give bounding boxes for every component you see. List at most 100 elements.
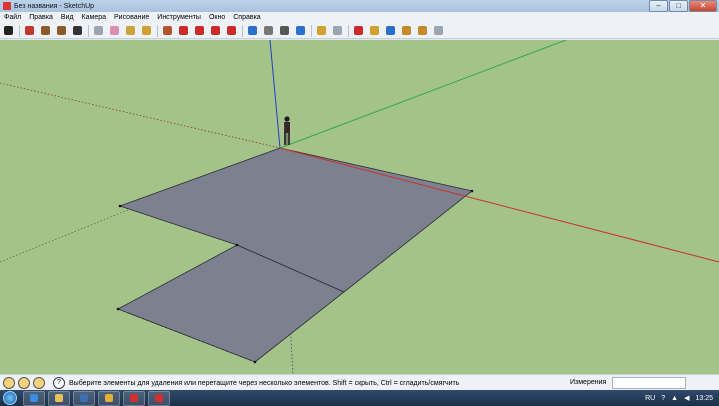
pan-tool-glyph — [264, 26, 273, 35]
move-tool-glyph — [179, 26, 188, 35]
close-button[interactable]: ✕ — [689, 0, 717, 12]
add-location-tool-glyph — [370, 26, 379, 35]
rotate-tool-icon[interactable] — [193, 24, 206, 37]
title-bar: Без названия - SketchUp – □ ✕ — [0, 0, 719, 12]
orbit-tool-icon[interactable] — [246, 24, 259, 37]
push-pull-tool-glyph — [163, 26, 172, 35]
help-icon[interactable]: ? — [53, 377, 65, 389]
pan-tool-icon[interactable] — [262, 24, 275, 37]
explorer-task[interactable] — [48, 390, 70, 406]
language-indicator[interactable]: RU — [645, 395, 655, 402]
toolbar-separator — [311, 24, 312, 37]
red-axis-negative — [0, 82, 281, 149]
menu-draw[interactable]: Рисование — [110, 14, 153, 21]
menu-window[interactable]: Окно — [205, 14, 229, 21]
sketchup-task[interactable] — [148, 390, 170, 406]
push-pull-tool-icon[interactable] — [161, 24, 174, 37]
start-button[interactable] — [0, 390, 20, 406]
tape-measure-tool-glyph — [126, 26, 135, 35]
green-axis — [279, 40, 567, 149]
user-icon[interactable] — [33, 377, 45, 389]
explorer-task-icon — [55, 394, 63, 402]
credits-icon[interactable] — [18, 377, 30, 389]
rotate-tool-glyph — [195, 26, 204, 35]
toolbar-separator — [19, 24, 20, 37]
move-tool-icon[interactable] — [177, 24, 190, 37]
system-tray: RU ? ▲ ◀ 13:25 — [645, 390, 719, 406]
get-photo-texture-tool-glyph — [354, 26, 363, 35]
zoom-tool-icon[interactable] — [278, 24, 291, 37]
rectangle-tool-glyph — [41, 26, 50, 35]
volume-icon[interactable]: ◀ — [684, 394, 689, 402]
toolbar-separator — [348, 24, 349, 37]
menu-bar: Файл Правка Вид Камера Рисование Инструм… — [0, 12, 719, 23]
offset-tool-glyph — [227, 26, 236, 35]
make-component-tool-icon[interactable] — [92, 24, 105, 37]
eraser-tool-glyph — [110, 26, 119, 35]
k-task-icon — [130, 394, 138, 402]
components-tool-icon[interactable] — [416, 24, 429, 37]
scale-figure — [282, 116, 292, 145]
model-scene[interactable] — [0, 40, 719, 374]
network-icon[interactable]: ▲ — [671, 395, 678, 402]
google-earth-tool-glyph — [386, 26, 395, 35]
zoom-extents-tool-glyph — [296, 26, 305, 35]
arc-tool-icon[interactable] — [71, 24, 84, 37]
menu-camera[interactable]: Камера — [78, 14, 110, 21]
zoom-extents-tool-icon[interactable] — [294, 24, 307, 37]
measurements-label: Измерения — [570, 379, 607, 386]
pencil-tool-icon[interactable] — [23, 24, 36, 37]
minimize-button[interactable]: – — [649, 0, 668, 12]
rectangle-tool-icon[interactable] — [39, 24, 52, 37]
get-photo-texture-tool-icon[interactable] — [352, 24, 365, 37]
clock[interactable]: 13:25 — [695, 395, 713, 402]
toolbar-separator — [157, 24, 158, 37]
get-models-tool-icon[interactable] — [315, 24, 328, 37]
eraser-tool-icon[interactable] — [108, 24, 121, 37]
extension-warehouse-tool-icon[interactable] — [400, 24, 413, 37]
circle-tool-glyph — [57, 26, 66, 35]
menu-view[interactable]: Вид — [57, 14, 78, 21]
circle-tool-icon[interactable] — [55, 24, 68, 37]
menu-tools[interactable]: Инструменты — [153, 14, 205, 21]
get-models-tool-glyph — [317, 26, 326, 35]
share-model-tool-icon[interactable] — [331, 24, 344, 37]
geo-location-icon[interactable] — [3, 377, 15, 389]
follow-me-tool-glyph — [211, 26, 220, 35]
add-location-tool-icon[interactable] — [368, 24, 381, 37]
extension-warehouse-tool-glyph — [402, 26, 411, 35]
blue-axis — [269, 40, 281, 149]
pencil-tool-glyph — [25, 26, 34, 35]
offset-tool-icon[interactable] — [225, 24, 238, 37]
drawing-viewport[interactable] — [0, 40, 719, 374]
orbit-tool-glyph — [248, 26, 257, 35]
components-tool-glyph — [418, 26, 427, 35]
chrome-task[interactable] — [98, 390, 120, 406]
menu-edit[interactable]: Правка — [25, 14, 57, 21]
ie-task[interactable] — [23, 390, 45, 406]
google-earth-tool-icon[interactable] — [384, 24, 397, 37]
sketchup-app-icon — [3, 2, 11, 10]
windows-taskbar: RU ? ▲ ◀ 13:25 — [0, 390, 719, 406]
menu-help[interactable]: Справка — [229, 14, 264, 21]
status-message: Выберите элементы для удаления или перет… — [69, 379, 460, 387]
styles-tool-icon[interactable] — [432, 24, 445, 37]
media-task[interactable] — [73, 390, 95, 406]
k-task[interactable] — [123, 390, 145, 406]
chrome-task-icon — [105, 394, 113, 402]
follow-me-tool-icon[interactable] — [209, 24, 222, 37]
window-controls: – □ ✕ — [648, 0, 717, 12]
measurements-input[interactable] — [612, 376, 687, 389]
maximize-button[interactable]: □ — [669, 0, 688, 12]
menu-file[interactable]: Файл — [0, 14, 25, 21]
share-model-tool-glyph — [333, 26, 342, 35]
sketchup-task-icon — [155, 394, 163, 402]
styles-tool-glyph — [434, 26, 443, 35]
tape-measure-tool-icon[interactable] — [124, 24, 137, 37]
select-tool-glyph — [4, 26, 13, 35]
tray-help-icon[interactable]: ? — [661, 395, 665, 402]
select-tool-icon[interactable] — [2, 24, 15, 37]
paint-bucket-tool-icon[interactable] — [140, 24, 153, 37]
main-toolbar — [0, 23, 719, 39]
window-title: Без названия - SketchUp — [14, 2, 95, 10]
